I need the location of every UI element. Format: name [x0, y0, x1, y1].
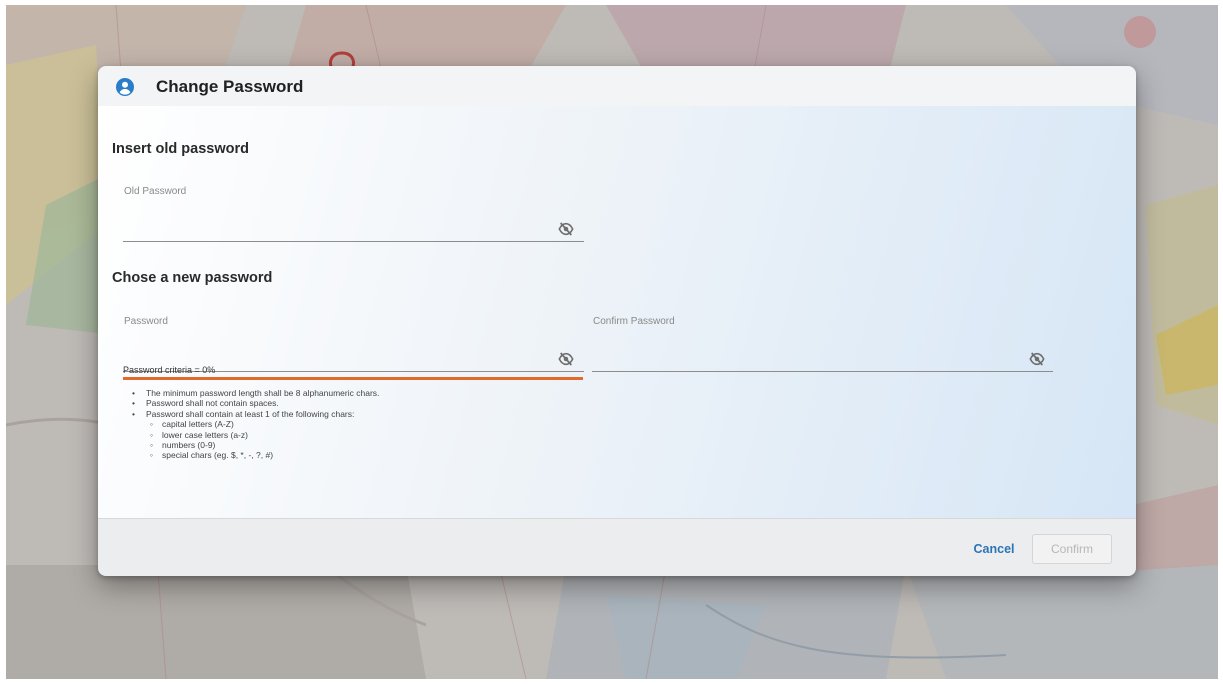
confirm-password-field: Confirm Password [592, 316, 1053, 372]
password-rule: Password shall not contain spaces. [130, 398, 379, 409]
password-sub-rule: special chars (eg. $, *, -, ?, #) [130, 450, 379, 461]
old-password-section-title: Insert old password [112, 141, 249, 157]
page: Change Password Insert old password Old … [0, 0, 1223, 684]
dialog-header: Change Password [98, 66, 1136, 106]
password-rule: Password shall contain at least 1 of the… [130, 409, 379, 420]
visibility-off-icon[interactable] [558, 222, 574, 236]
confirm-password-underline [592, 371, 1053, 372]
dialog-body: Insert old password Old Password Chose a… [98, 106, 1136, 518]
cancel-button[interactable]: Cancel [968, 536, 1020, 562]
password-criteria-bar [123, 377, 583, 380]
visibility-off-icon[interactable] [1029, 352, 1045, 366]
password-sub-rules-list: capital letters (A-Z) lower case letters… [130, 419, 379, 461]
old-password-field: Old Password [123, 186, 584, 242]
confirm-password-label: Confirm Password [593, 316, 675, 327]
password-field: Password [123, 316, 584, 372]
password-rule: The minimum password length shall be 8 a… [130, 388, 379, 399]
old-password-label: Old Password [124, 186, 187, 197]
dialog-title: Change Password [156, 77, 304, 96]
password-sub-rule: lower case letters (a-z) [130, 430, 379, 441]
password-sub-rule: numbers (0-9) [130, 440, 379, 451]
new-password-section-title: Chose a new password [112, 270, 273, 286]
password-input[interactable] [123, 336, 543, 358]
change-password-dialog: Change Password Insert old password Old … [98, 66, 1136, 576]
password-criteria-label: Password criteria = 0% [123, 365, 216, 375]
password-label: Password [124, 316, 168, 327]
old-password-input[interactable] [123, 206, 543, 228]
old-password-underline [123, 241, 584, 242]
visibility-off-icon[interactable] [558, 352, 574, 366]
dialog-footer: Cancel Confirm [98, 518, 1136, 576]
confirm-password-input[interactable] [592, 336, 1012, 358]
password-sub-rule: capital letters (A-Z) [130, 419, 379, 430]
account-circle-icon [116, 78, 134, 96]
password-rules-list: The minimum password length shall be 8 a… [130, 388, 379, 461]
confirm-button[interactable]: Confirm [1032, 534, 1112, 564]
